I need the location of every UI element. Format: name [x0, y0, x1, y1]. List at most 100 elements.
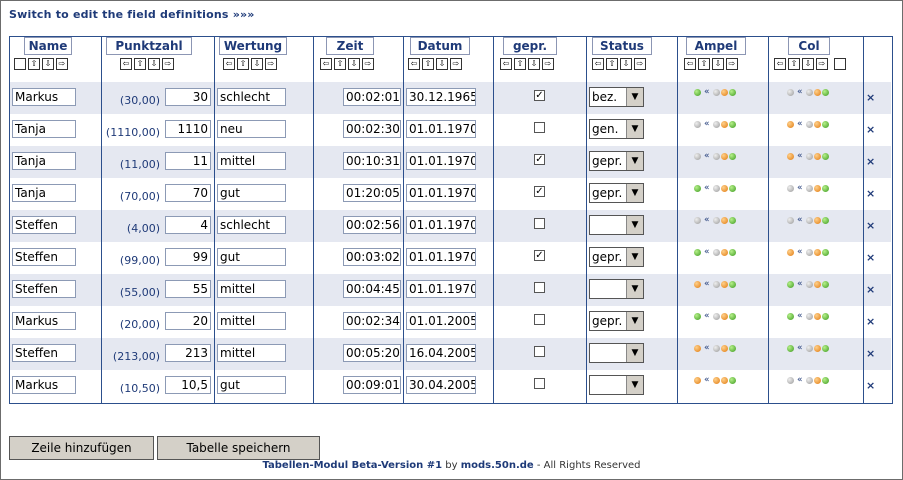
column-header-wertung[interactable]: Wertung — [219, 37, 287, 55]
sort-ascending-icon[interactable]: ⇧ — [698, 58, 710, 70]
datum-field[interactable]: 01.01.1970 — [406, 216, 476, 234]
punktzahl-field[interactable]: 30 — [165, 88, 211, 106]
status-select[interactable]: gen. ▼ — [589, 119, 644, 139]
zeit-field[interactable]: 00:02:30 — [343, 120, 401, 138]
add-row-button[interactable]: Zeile hinzufügen — [9, 436, 154, 460]
delete-row-icon[interactable]: × — [866, 283, 875, 296]
sort-ascending-icon[interactable]: ⇧ — [788, 58, 800, 70]
name-field[interactable]: Tanja — [12, 184, 76, 202]
delete-row-icon[interactable]: × — [866, 251, 875, 264]
name-field[interactable]: Steffen — [12, 344, 76, 362]
gepr-checkbox[interactable] — [534, 282, 545, 293]
gepr-checkbox[interactable] — [534, 122, 545, 133]
name-field[interactable]: Markus — [12, 376, 76, 394]
gepr-checkbox[interactable] — [534, 378, 545, 389]
sort-ascending-icon[interactable]: ⇧ — [134, 58, 146, 70]
wertung-field[interactable]: gut — [217, 248, 286, 266]
move-left-icon[interactable]: ⇦ — [408, 58, 420, 70]
name-field[interactable]: Steffen — [12, 248, 76, 266]
col-lights[interactable]: « — [787, 119, 829, 129]
delete-row-icon[interactable]: × — [866, 187, 875, 200]
col-lights[interactable]: « — [787, 183, 829, 193]
zeit-field[interactable]: 00:05:20 — [343, 344, 401, 362]
wertung-field[interactable]: mittel — [217, 312, 286, 330]
sort-ascending-icon[interactable]: ⇧ — [606, 58, 618, 70]
gepr-checkbox[interactable]: ✓ — [534, 186, 545, 197]
col-lights[interactable]: « — [787, 279, 829, 289]
zeit-field[interactable]: 00:03:02 — [343, 248, 401, 266]
status-select[interactable]: ▼ — [589, 343, 644, 363]
move-left-icon[interactable]: ⇦ — [320, 58, 332, 70]
wertung-field[interactable]: mittel — [217, 344, 286, 362]
col-lights[interactable]: « — [787, 343, 829, 353]
ampel-lights[interactable]: « — [694, 311, 736, 321]
move-left-icon[interactable]: ⇦ — [500, 58, 512, 70]
wertung-field[interactable]: mittel — [217, 280, 286, 298]
col-lights[interactable]: « — [787, 311, 829, 321]
gepr-checkbox[interactable]: ✓ — [534, 90, 545, 101]
footer-site[interactable]: mods.50n.de — [461, 460, 534, 471]
move-right-icon[interactable]: ⇨ — [634, 58, 646, 70]
ampel-lights[interactable]: « — [694, 375, 736, 385]
datum-field[interactable]: 01.01.1970 — [406, 152, 476, 170]
sort-ascending-icon[interactable]: ⇧ — [28, 58, 40, 70]
sort-descending-icon[interactable]: ⇩ — [348, 58, 360, 70]
gepr-checkbox[interactable] — [534, 314, 545, 325]
sort-ascending-icon[interactable]: ⇧ — [237, 58, 249, 70]
ampel-lights[interactable]: « — [694, 87, 736, 97]
datum-field[interactable]: 01.01.1970 — [406, 184, 476, 202]
move-right-icon[interactable]: ⇨ — [816, 58, 828, 70]
ampel-lights[interactable]: « — [694, 119, 736, 129]
column-header-name[interactable]: Name — [24, 37, 72, 55]
datum-field[interactable]: 01.01.2005 — [406, 312, 476, 330]
sort-descending-icon[interactable]: ⇩ — [42, 58, 54, 70]
column-header-ampel[interactable]: Ampel — [686, 37, 746, 55]
move-left-icon[interactable]: ⇦ — [223, 58, 235, 70]
datum-field[interactable]: 16.04.2005 — [406, 344, 476, 362]
gepr-checkbox[interactable] — [534, 346, 545, 357]
switch-field-definitions-link[interactable]: Switch to edit the field definitions »»» — [9, 8, 255, 21]
column-header-datum[interactable]: Datum — [410, 37, 470, 55]
sort-descending-icon[interactable]: ⇩ — [148, 58, 160, 70]
move-right-icon[interactable]: ⇨ — [542, 58, 554, 70]
wertung-field[interactable]: mittel — [217, 152, 286, 170]
column-header-gepr[interactable]: gepr. — [503, 37, 557, 55]
column-header-punktzahl[interactable]: Punktzahl — [106, 37, 192, 55]
delete-row-icon[interactable]: × — [866, 155, 875, 168]
move-left-icon[interactable]: ⇦ — [120, 58, 132, 70]
sort-ascending-icon[interactable]: ⇧ — [514, 58, 526, 70]
status-select[interactable]: gepr. ▼ — [589, 311, 644, 331]
column-checkbox[interactable] — [834, 58, 846, 70]
status-select[interactable]: gepr. ▼ — [589, 151, 644, 171]
zeit-field[interactable]: 00:02:34 — [343, 312, 401, 330]
punktzahl-field[interactable]: 1110 — [165, 120, 211, 138]
name-field[interactable]: Tanja — [12, 120, 76, 138]
move-left-icon[interactable]: ⇦ — [592, 58, 604, 70]
name-field[interactable]: Steffen — [12, 280, 76, 298]
name-field[interactable]: Steffen — [12, 216, 76, 234]
move-left-icon[interactable]: ⇦ — [774, 58, 786, 70]
status-select[interactable]: ▼ — [589, 375, 644, 395]
ampel-lights[interactable]: « — [694, 183, 736, 193]
select-all-checkbox[interactable] — [14, 58, 26, 70]
wertung-field[interactable]: schlecht — [217, 88, 286, 106]
punktzahl-field[interactable]: 70 — [165, 184, 211, 202]
status-select[interactable]: gepr. ▼ — [589, 247, 644, 267]
zeit-field[interactable]: 00:10:31 — [343, 152, 401, 170]
gepr-checkbox[interactable]: ✓ — [534, 250, 545, 261]
punktzahl-field[interactable]: 11 — [165, 152, 211, 170]
datum-field[interactable]: 01.01.1970 — [406, 248, 476, 266]
zeit-field[interactable]: 00:09:01 — [343, 376, 401, 394]
gepr-checkbox[interactable] — [534, 218, 545, 229]
delete-row-icon[interactable]: × — [866, 219, 875, 232]
status-select[interactable]: bez. ▼ — [589, 87, 644, 107]
move-right-icon[interactable]: ⇨ — [450, 58, 462, 70]
move-right-icon[interactable]: ⇨ — [362, 58, 374, 70]
sort-descending-icon[interactable]: ⇩ — [802, 58, 814, 70]
wertung-field[interactable]: schlecht — [217, 216, 286, 234]
ampel-lights[interactable]: « — [694, 151, 736, 161]
delete-row-icon[interactable]: × — [866, 347, 875, 360]
col-lights[interactable]: « — [787, 215, 829, 225]
punktzahl-field[interactable]: 55 — [165, 280, 211, 298]
move-right-icon[interactable]: ⇨ — [56, 58, 68, 70]
